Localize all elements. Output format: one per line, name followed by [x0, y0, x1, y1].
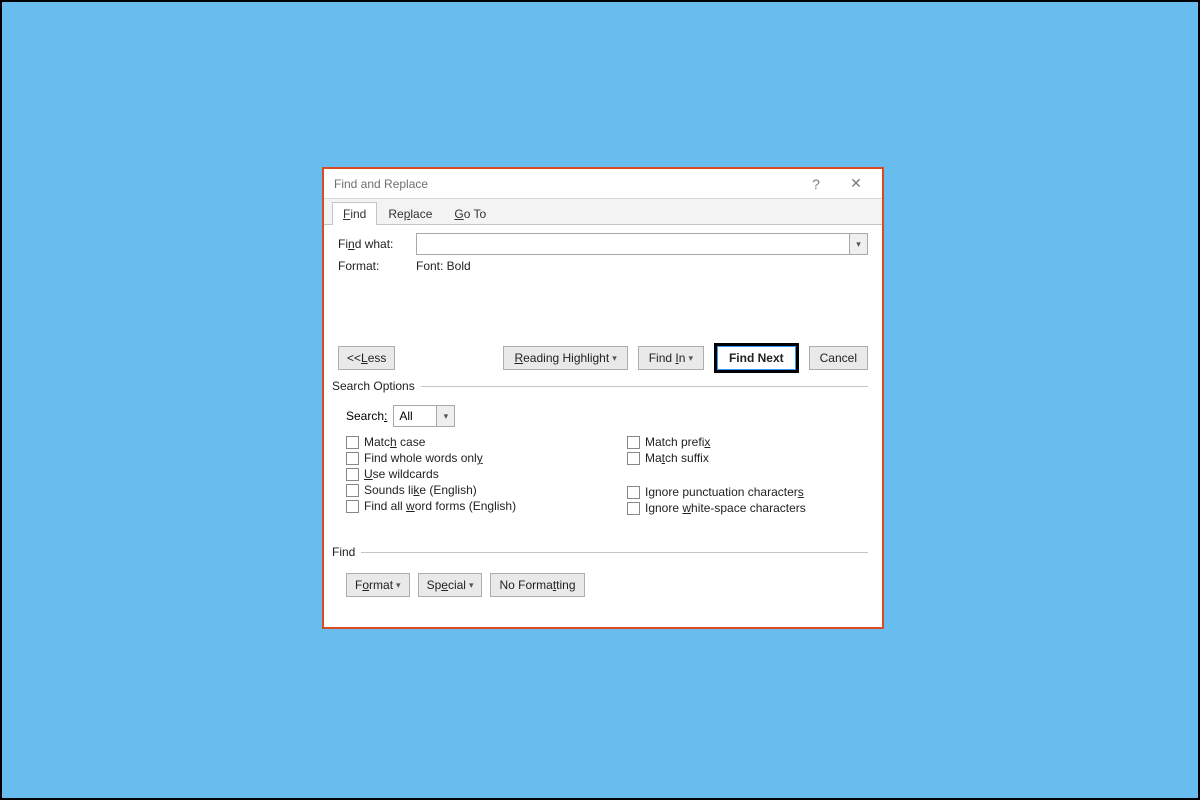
checkbox-icon: [627, 486, 640, 499]
checkbox-icon: [627, 502, 640, 515]
tab-strip: Find Find Replace Replace Go To Go To: [324, 199, 882, 225]
search-direction-value: All: [394, 406, 436, 426]
sounds-like-label: Sounds like (English): [364, 483, 477, 497]
use-wildcards-checkbox[interactable]: Use wildcards Use wildcards: [346, 467, 587, 481]
close-icon[interactable]: ✕: [836, 175, 876, 192]
ignore-punct-label: Ignore punctuation characters: [645, 485, 804, 499]
titlebar: Find and Replace ? ✕: [324, 169, 882, 199]
ignore-whitespace-checkbox[interactable]: Ignore white-space characters Ignore whi…: [627, 501, 868, 515]
tab-goto-label: Go To: [454, 207, 486, 221]
tab-replace-label: Replace: [388, 207, 432, 221]
sounds-like-checkbox[interactable]: Sounds like (English) Sounds like (Engli…: [346, 483, 587, 497]
search-direction-label: Search:: [346, 409, 387, 423]
checkbox-icon: [346, 468, 359, 481]
find-in-button[interactable]: Find In ▾ Find In: [638, 346, 704, 370]
find-replace-dialog: Find and Replace ? ✕ Find Find Replace R…: [322, 167, 884, 629]
find-what-input[interactable]: [417, 234, 849, 254]
no-formatting-label: No Formatting: [499, 578, 575, 592]
checkbox-icon: [627, 452, 640, 465]
checkbox-icon: [627, 436, 640, 449]
word-forms-label: Find all word forms (English): [364, 499, 516, 513]
caret-down-icon: ▾: [469, 580, 474, 591]
caret-down-icon: ▾: [396, 580, 401, 591]
special-button[interactable]: Special ▾ Special: [418, 573, 483, 597]
find-next-button[interactable]: Find Next: [714, 343, 799, 373]
options-left-column: Match case Match case Find whole words o…: [346, 435, 587, 517]
format-button[interactable]: Format ▾ Format: [346, 573, 410, 597]
ignore-whitespace-label: Ignore white-space characters: [645, 501, 806, 515]
reading-highlight-button[interactable]: Reading Highlight ▾ Reading Highlight: [503, 346, 627, 370]
find-next-label: Find Next: [729, 351, 784, 365]
find-in-label: Find In: [649, 351, 686, 365]
options-columns: Match case Match case Find whole words o…: [338, 435, 868, 517]
no-formatting-button[interactable]: No Formatting No Formatting: [490, 573, 584, 597]
whole-words-label: Find whole words only: [364, 451, 483, 465]
format-label: Format:: [338, 259, 416, 273]
checkbox-icon: [346, 452, 359, 465]
use-wildcards-label: Use wildcards: [364, 467, 439, 481]
checkbox-icon: [346, 484, 359, 497]
find-what-combo[interactable]: ▾: [416, 233, 868, 255]
find-what-row: Find what: Find what: ▾: [338, 233, 868, 255]
match-prefix-label: Match prefix: [645, 435, 710, 449]
find-what-label: Find what:: [338, 237, 416, 251]
cancel-button[interactable]: Cancel: [809, 346, 868, 370]
help-icon[interactable]: ?: [796, 176, 836, 192]
match-prefix-checkbox[interactable]: Match prefix Match prefix: [627, 435, 868, 449]
format-value: Font: Bold: [416, 259, 471, 273]
whole-words-checkbox[interactable]: Find whole words only Find whole words o…: [346, 451, 587, 465]
search-direction-row: Search: Search: All ▾: [346, 405, 868, 427]
search-options-fieldset: Search Options Search: Search: All ▾ Mat…: [338, 379, 868, 517]
options-right-column: Match prefix Match prefix Match suffix M…: [627, 435, 868, 517]
format-button-label: Format: [355, 578, 393, 592]
tab-find-label: Find: [343, 207, 366, 221]
dialog-title: Find and Replace: [334, 177, 796, 191]
word-forms-checkbox[interactable]: Find all word forms (English) Find all w…: [346, 499, 587, 513]
search-options-legend: Search Options: [332, 379, 421, 393]
find-footer-actions: Format ▾ Format Special ▾ Special No For…: [338, 567, 868, 597]
checkbox-icon: [346, 436, 359, 449]
checkbox-icon: [346, 500, 359, 513]
caret-down-icon: ▾: [688, 353, 693, 364]
ignore-punct-checkbox[interactable]: Ignore punctuation characters Ignore pun…: [627, 485, 868, 499]
match-case-checkbox[interactable]: Match case Match case: [346, 435, 587, 449]
tab-replace[interactable]: Replace Replace: [377, 202, 443, 225]
search-direction-select[interactable]: All ▾: [393, 405, 455, 427]
stage: Find and Replace ? ✕ Find Find Replace R…: [0, 0, 1200, 800]
reading-highlight-label: Reading Highlight: [514, 351, 609, 365]
spacer: [627, 467, 868, 485]
chevron-down-icon[interactable]: ▾: [436, 406, 454, 426]
action-button-bar: << Less << Less Reading Highlight ▾ Read…: [338, 343, 868, 373]
chevron-down-icon[interactable]: ▾: [849, 234, 867, 254]
match-case-label: Match case: [364, 435, 425, 449]
match-suffix-label: Match suffix: [645, 451, 709, 465]
special-button-label: Special: [427, 578, 466, 592]
tab-goto[interactable]: Go To Go To: [443, 202, 497, 225]
find-footer-legend: Find: [332, 545, 361, 559]
format-display: Format: Font: Bold: [338, 259, 868, 273]
dialog-content: Find what: Find what: ▾ Format: Font: Bo…: [324, 225, 882, 609]
caret-down-icon: ▾: [612, 353, 617, 364]
match-suffix-checkbox[interactable]: Match suffix Match suffix: [627, 451, 868, 465]
find-footer-fieldset: Find Format ▾ Format Special ▾ Special N…: [338, 545, 868, 597]
tab-find[interactable]: Find Find: [332, 202, 377, 225]
less-button[interactable]: << Less: [338, 346, 395, 370]
